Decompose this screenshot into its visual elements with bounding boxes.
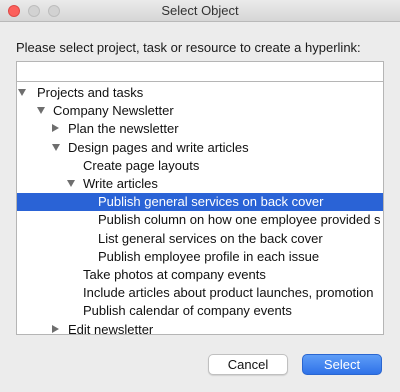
- tree-item-label: Write articles: [83, 176, 158, 191]
- select-button[interactable]: Select: [302, 354, 382, 375]
- tree-item[interactable]: Design pages and write articles: [17, 139, 383, 157]
- tree-item-label: Publish general services on back cover: [98, 194, 324, 210]
- tree-item[interactable]: Projects and tasks: [17, 84, 383, 102]
- tree-item[interactable]: Publish column on how one employee provi…: [17, 211, 383, 229]
- tree-item[interactable]: Company Newsletter: [17, 102, 383, 120]
- tree-item-label: Company Newsletter: [53, 103, 174, 119]
- disclosure-expanded-icon[interactable]: [18, 89, 26, 96]
- tree-item[interactable]: Edit newsletter: [17, 321, 383, 335]
- search-input[interactable]: [16, 61, 384, 81]
- tree-item[interactable]: List general services on the back cover: [17, 230, 383, 248]
- tree-item[interactable]: Create page layouts: [17, 157, 383, 175]
- tree-item-label: Publish employee profile in each issue: [98, 248, 320, 264]
- tree-item[interactable]: Include articles about product launches,…: [17, 284, 383, 302]
- disclosure-expanded-icon[interactable]: [52, 143, 60, 151]
- tree-item-label: List general services on the back cover: [98, 230, 323, 246]
- tree-item[interactable]: Publish employee profile in each issue: [17, 248, 383, 266]
- tree-item[interactable]: Take photos at company events: [17, 266, 383, 284]
- tree-item[interactable]: Publish calendar of company events: [17, 302, 383, 320]
- tree-item[interactable]: Publish general services on back cover: [17, 193, 383, 212]
- disclosure-expanded-icon[interactable]: [37, 107, 45, 115]
- tree-item-label: Edit newsletter: [68, 321, 154, 335]
- object-tree[interactable]: Projects and tasks Company Newsletter Plan…: [16, 81, 384, 335]
- tree-item-label: Publish column on how one employee provi…: [98, 212, 381, 228]
- select-object-dialog: Select Object Please select project, tas…: [0, 0, 400, 392]
- tree-item-label: Design pages and write articles: [68, 139, 249, 155]
- cancel-button[interactable]: Cancel: [208, 354, 288, 375]
- instruction-text: Please select project, task or resource …: [16, 40, 361, 55]
- tree-item-label: Plan the newsletter: [68, 121, 179, 137]
- dialog-title: Select Object: [161, 3, 239, 18]
- tree-item-label: Projects and tasks: [37, 85, 144, 100]
- title-bar: Select Object: [0, 0, 400, 22]
- tree-item-label: Create page layouts: [83, 157, 200, 173]
- tree-item-label: Publish calendar of company events: [83, 303, 292, 319]
- tree-item-label: Take photos at company events: [83, 267, 266, 282]
- disclosure-expanded-icon[interactable]: [67, 180, 75, 187]
- tree-item-label: Include articles about product launches,…: [83, 285, 374, 301]
- disclosure-collapsed-icon[interactable]: [52, 324, 59, 333]
- disclosure-collapsed-icon[interactable]: [52, 124, 59, 133]
- tree-item[interactable]: Plan the newsletter: [17, 120, 383, 138]
- tree-item[interactable]: Write articles: [17, 175, 383, 193]
